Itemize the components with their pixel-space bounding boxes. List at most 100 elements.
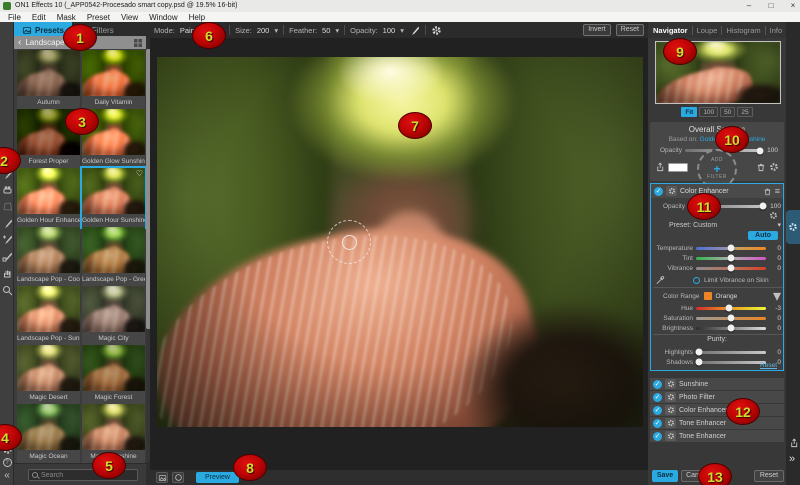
expand-panel-icon[interactable]: »: [789, 453, 795, 465]
paint-brush-tool[interactable]: [1, 217, 13, 230]
filter-gear-icon[interactable]: [665, 392, 676, 402]
panel-reset-button[interactable]: Reset: [754, 470, 784, 482]
hue-slider[interactable]: [696, 307, 766, 310]
edit-settings-flyout-tab[interactable]: [786, 210, 800, 244]
shadows-slider[interactable]: [696, 361, 766, 364]
preset-item[interactable]: Magic Ocean: [17, 404, 80, 463]
perfect-brush-toggle-icon[interactable]: [409, 25, 420, 36]
feather-value[interactable]: 50: [322, 26, 330, 35]
filter-trash-icon[interactable]: [763, 187, 772, 196]
menu-mask[interactable]: Mask: [57, 13, 76, 22]
show-original-icon[interactable]: [156, 472, 168, 483]
zoom-fit-button[interactable]: Fit: [681, 107, 697, 117]
feather-dropdown-icon[interactable]: ▾: [335, 26, 339, 35]
filter-gear-icon[interactable]: [665, 418, 676, 428]
ce-reset-link[interactable]: Reset: [760, 362, 777, 369]
menu-help[interactable]: Help: [189, 13, 205, 22]
menu-window[interactable]: Window: [149, 13, 177, 22]
filter-gear-icon[interactable]: [665, 405, 676, 415]
filter-stack-row[interactable]: ✓ Tone Enhancer: [650, 417, 784, 429]
brightness-slider[interactable]: [696, 327, 766, 330]
tab-info[interactable]: Info: [770, 26, 783, 35]
perfect-brush-tool[interactable]: [1, 233, 13, 246]
show-mask-icon[interactable]: [172, 472, 184, 483]
preset-item-selected[interactable]: ♡Golden Hour Sunshine: [82, 168, 145, 227]
masking-bug-tool[interactable]: [1, 184, 13, 197]
preset-item[interactable]: Autumn: [17, 50, 80, 109]
color-swatch[interactable]: [668, 163, 688, 172]
filter-enabled-check-icon[interactable]: ✓: [653, 419, 662, 428]
overall-gear-icon[interactable]: [769, 162, 779, 172]
maximize-button[interactable]: □: [762, 0, 780, 12]
ce-preset-dropdown[interactable]: Preset: Custom ▾: [655, 220, 781, 230]
preset-item[interactable]: Landscape Pop - Sunshine: [17, 286, 80, 345]
eyedropper-icon[interactable]: [655, 275, 665, 285]
preset-item[interactable]: Magic City: [82, 286, 145, 345]
filter-enabled-check-icon[interactable]: ✓: [653, 393, 662, 402]
filter-enabled-check-icon[interactable]: ✓: [653, 406, 662, 415]
size-value[interactable]: 200: [257, 26, 270, 35]
filter-menu-icon[interactable]: ≡: [775, 186, 780, 196]
preset-item[interactable]: Landscape Pop - Cool: [17, 227, 80, 286]
filter-enabled-check-icon[interactable]: ✓: [653, 432, 662, 441]
temperature-slider[interactable]: [696, 247, 766, 250]
zoom-tool[interactable]: [1, 284, 13, 297]
mask-reset-button[interactable]: Reset: [616, 24, 644, 36]
auto-button[interactable]: Auto: [748, 231, 778, 240]
filter-stack-row[interactable]: ✓ Tone Enhancer: [650, 430, 784, 442]
filter-gear-icon[interactable]: [666, 186, 677, 196]
save-button[interactable]: Save: [652, 470, 678, 482]
saturation-slider[interactable]: [696, 317, 766, 320]
grid-view-icon[interactable]: [134, 39, 142, 47]
menu-edit[interactable]: Edit: [32, 13, 46, 22]
tab-navigator[interactable]: Navigator: [653, 26, 688, 35]
collapse-panel-icon[interactable]: «: [1, 469, 13, 482]
color-range-value[interactable]: Orange: [716, 293, 769, 300]
invert-button[interactable]: Invert: [583, 24, 611, 36]
filter-stack-row[interactable]: ✓ Color Enhancer: [650, 404, 784, 416]
tint-slider[interactable]: [696, 257, 766, 260]
filter-enabled-check-icon[interactable]: ✓: [653, 380, 662, 389]
filter-stack-row[interactable]: ✓ Sunshine: [650, 378, 784, 390]
color-enhancer-header[interactable]: ✓ Color Enhancer ≡: [651, 184, 783, 198]
color-range-swatch[interactable]: [704, 292, 712, 300]
tab-loupe[interactable]: Loupe: [697, 26, 718, 35]
minimize-button[interactable]: –: [740, 0, 758, 12]
preset-item[interactable]: Landscape Pop - Green: [82, 227, 145, 286]
transform-tool[interactable]: [1, 200, 13, 213]
main-image[interactable]: [157, 57, 643, 427]
size-dropdown-icon[interactable]: ▾: [274, 26, 278, 35]
opacity-value[interactable]: 100: [383, 26, 396, 35]
filter-enabled-check-icon[interactable]: ✓: [654, 187, 663, 196]
limit-vibrance-radio[interactable]: [693, 277, 700, 284]
favorite-heart-icon[interactable]: ♡: [136, 169, 143, 178]
menu-preset[interactable]: Preset: [87, 13, 110, 22]
zoom-100-button[interactable]: 100: [699, 107, 718, 117]
preset-item[interactable]: Magic Desert: [17, 345, 80, 404]
preset-item[interactable]: Daily Vitamin: [82, 50, 145, 109]
opacity-dropdown-icon[interactable]: ▾: [400, 26, 404, 35]
hand-tool[interactable]: [1, 267, 13, 280]
preset-item[interactable]: Magic Forest: [82, 345, 145, 404]
back-icon[interactable]: ‹: [18, 37, 21, 48]
retouch-brush-tool[interactable]: [1, 250, 13, 263]
filter-stack-row[interactable]: ✓ Photo Filter: [650, 391, 784, 403]
vibrance-slider[interactable]: [696, 267, 766, 270]
overall-trash-icon[interactable]: [756, 162, 766, 172]
close-button[interactable]: ×: [784, 0, 800, 12]
tab-histogram[interactable]: Histogram: [726, 26, 760, 35]
brush-settings-gear-icon[interactable]: [431, 25, 442, 36]
preset-item[interactable]: Golden Hour Enhancer: [17, 168, 80, 227]
canvas-area[interactable]: [150, 38, 648, 470]
share-icon[interactable]: [789, 438, 799, 448]
highlights-slider[interactable]: [696, 351, 766, 354]
filter-gear-icon[interactable]: [665, 379, 676, 389]
preview-button[interactable]: Preview: [196, 472, 239, 483]
menu-file[interactable]: File: [8, 13, 21, 22]
help-icon[interactable]: ?: [1, 456, 13, 469]
filter-gear-icon[interactable]: [665, 431, 676, 441]
zoom-25-button[interactable]: 25: [737, 107, 752, 117]
menu-view[interactable]: View: [121, 13, 138, 22]
export-preset-icon[interactable]: [655, 162, 665, 172]
ce-settings-gear-icon[interactable]: [769, 211, 778, 220]
